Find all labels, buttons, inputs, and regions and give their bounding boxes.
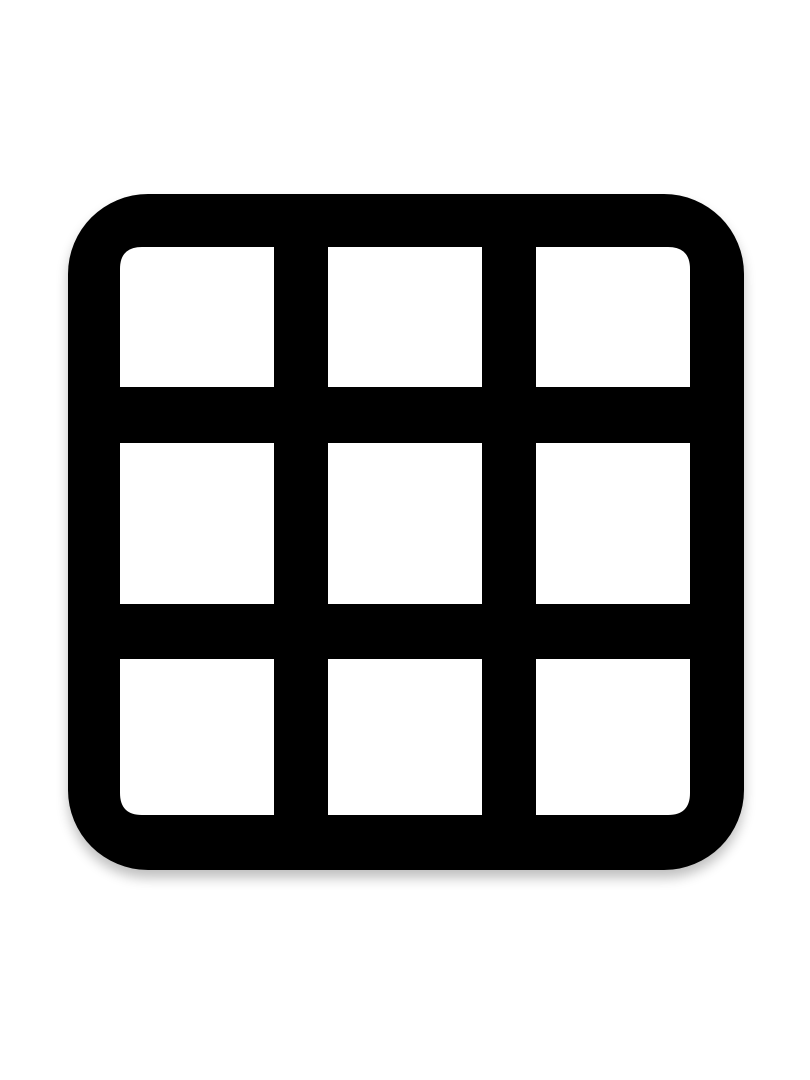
grid-cell-r3-c2	[328, 659, 482, 815]
grid-cell-r2-c1	[120, 443, 274, 604]
grid-cell-r1-c3	[536, 247, 690, 387]
grid-cell-r2-c2	[328, 443, 482, 604]
grid-icon-graphic	[68, 194, 744, 870]
grid-3x3-icon	[0, 0, 810, 1080]
grid-cell-r3-c3	[536, 659, 690, 815]
grid-cell-r1-c1	[120, 247, 274, 387]
grid-cell-r2-c3	[536, 443, 690, 604]
grid-cell-r1-c2	[328, 247, 482, 387]
grid-cell-r3-c1	[120, 659, 274, 815]
